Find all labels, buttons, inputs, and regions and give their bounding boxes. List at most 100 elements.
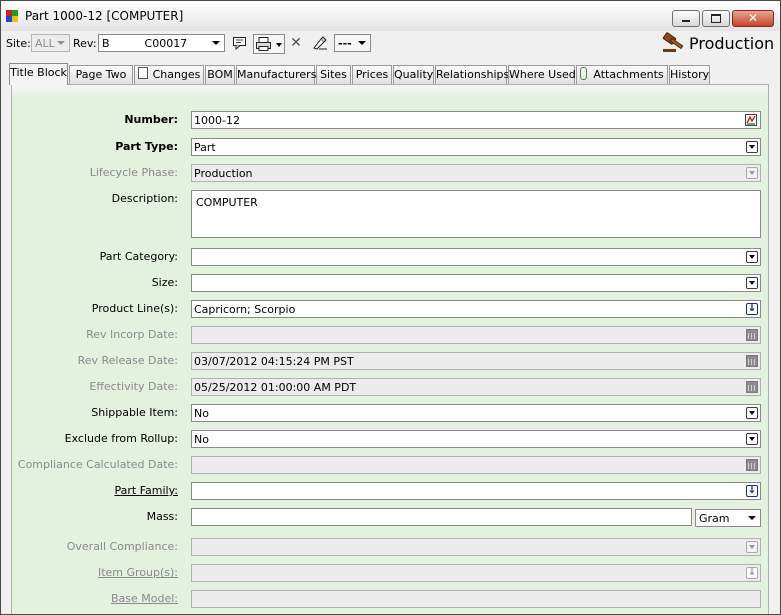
gavel-icon	[661, 32, 685, 54]
description-value: COMPUTER	[196, 196, 258, 209]
chevron-down-icon	[746, 407, 758, 419]
title-block-panel: Number: 1000-12 Part Type: Part Lifecycl…	[11, 84, 769, 614]
part-type-select[interactable]: Part	[191, 138, 761, 156]
multiselect-icon[interactable]	[746, 301, 758, 315]
chevron-down-icon	[746, 251, 758, 263]
number-value: 1000-12	[194, 114, 240, 127]
tab-label: Where Used	[509, 68, 576, 81]
tab-label: Quality	[394, 68, 434, 81]
tab-label: Changes	[152, 68, 201, 81]
shippable-item-select[interactable]: No	[191, 404, 761, 422]
maximize-icon	[711, 14, 721, 23]
tab-label: History	[670, 68, 710, 81]
autonumber-button[interactable]	[744, 113, 758, 127]
chevron-down-icon	[746, 141, 758, 153]
redline-button[interactable]	[311, 33, 329, 53]
effectivity-date-label: Effectivity Date:	[89, 380, 178, 393]
site-value: ALL	[35, 37, 55, 50]
product-lines-label: Product Line(s):	[91, 302, 178, 315]
calendar-icon	[746, 459, 758, 471]
delete-button[interactable]: ✕	[288, 33, 304, 53]
part-family-multiselect[interactable]	[191, 482, 761, 500]
rev-release-date-label: Rev Release Date:	[77, 354, 178, 367]
site-select: ALL	[31, 34, 70, 52]
part-family-link[interactable]: Part Family:	[114, 484, 178, 497]
chevron-down-icon	[57, 41, 65, 45]
tab-page-two[interactable]: Page Two	[69, 65, 133, 84]
base-model-field	[191, 590, 761, 608]
tab-history[interactable]: History	[669, 65, 710, 84]
description-textarea[interactable]: COMPUTER	[191, 190, 761, 238]
comment-icon	[233, 37, 246, 51]
mass-unit-select[interactable]: Gram	[695, 509, 761, 527]
rev-incorp-date-field	[191, 326, 761, 344]
close-button[interactable]: ✕	[732, 10, 774, 27]
part-type-label: Part Type:	[115, 140, 178, 153]
paperclip-icon	[580, 67, 588, 80]
exclude-from-rollup-label: Exclude from Rollup:	[64, 432, 178, 445]
part-category-select[interactable]	[191, 248, 761, 266]
chevron-down-icon	[748, 516, 756, 520]
lifecycle-phase-value: Production	[194, 167, 253, 180]
size-select[interactable]	[191, 274, 761, 292]
tab-relationships[interactable]: Relationships	[435, 65, 509, 84]
tab-label: Title Block	[10, 66, 67, 79]
calendar-icon	[746, 381, 758, 393]
autonumber-icon	[745, 114, 757, 126]
rev-incorp-date-label: Rev Incorp Date:	[86, 328, 178, 341]
print-button[interactable]	[253, 34, 285, 54]
title-bar[interactable]: Part 1000-12 [COMPUTER] ✕	[1, 1, 780, 31]
mass-label: Mass:	[146, 510, 178, 523]
panel-header-shade	[12, 85, 768, 99]
toolbar: Site: ALL Rev: B C00017 ✕ --- Production	[1, 31, 780, 57]
multiselect-icon[interactable]	[746, 483, 758, 497]
tab-bom[interactable]: BOM	[205, 65, 235, 84]
calendar-icon	[746, 355, 758, 367]
revision-select[interactable]: B C00017	[98, 34, 225, 52]
effectivity-date-field: 05/25/2012 01:00:00 AM PDT	[191, 378, 761, 396]
more-actions-select[interactable]: ---	[334, 34, 371, 52]
minimize-button[interactable]	[672, 10, 700, 27]
product-lines-multiselect[interactable]: Capricorn; Scorpio	[191, 300, 761, 318]
chevron-down-icon	[746, 277, 758, 289]
multiselect-icon	[746, 565, 758, 579]
tab-manufacturers[interactable]: Manufacturers	[236, 65, 316, 84]
tab-prices[interactable]: Prices	[352, 65, 392, 84]
close-icon: ✕	[747, 11, 759, 25]
tab-where-used[interactable]: Where Used	[508, 65, 576, 84]
chevron-down-icon	[358, 41, 366, 45]
base-model-link[interactable]: Base Model:	[111, 592, 178, 605]
number-label: Number:	[124, 113, 178, 126]
tab-label: Attachments	[593, 68, 664, 81]
item-groups-link[interactable]: Item Group(s):	[98, 566, 178, 579]
overall-compliance-select	[191, 538, 761, 556]
tab-title-block[interactable]: Title Block	[9, 63, 68, 85]
tab-changes[interactable]: Changes	[134, 65, 204, 84]
tab-attachments[interactable]: Attachments	[576, 65, 668, 84]
comment-button[interactable]	[231, 33, 249, 53]
effectivity-date-value: 05/25/2012 01:00:00 AM PDT	[194, 381, 357, 394]
product-lines-value: Capricorn; Scorpio	[194, 303, 296, 316]
print-icon	[256, 37, 271, 51]
tab-label: BOM	[207, 68, 233, 81]
tab-label: Prices	[355, 68, 389, 81]
chevron-down-icon	[746, 433, 758, 445]
shippable-item-value: No	[194, 407, 209, 420]
mass-field[interactable]	[191, 508, 692, 526]
chevron-down-icon	[276, 43, 282, 47]
exclude-from-rollup-value: No	[194, 433, 209, 446]
shippable-item-label: Shippable Item:	[91, 406, 178, 419]
rev-label: Rev:	[73, 37, 97, 50]
tab-sites[interactable]: Sites	[316, 65, 351, 84]
maximize-button[interactable]	[702, 10, 730, 27]
mass-unit-value: Gram	[699, 512, 730, 525]
size-label: Size:	[151, 276, 178, 289]
number-field[interactable]: 1000-12	[191, 111, 761, 129]
rev-release-date-value: 03/07/2012 04:15:24 PM PST	[194, 355, 354, 368]
lifecycle-badge: Production	[689, 34, 775, 53]
tab-quality[interactable]: Quality	[393, 65, 434, 84]
compliance-calculated-date-label: Compliance Calculated Date:	[17, 458, 178, 471]
exclude-from-rollup-select[interactable]: No	[191, 430, 761, 448]
chevron-down-icon	[746, 167, 758, 179]
item-groups-multiselect	[191, 564, 761, 582]
